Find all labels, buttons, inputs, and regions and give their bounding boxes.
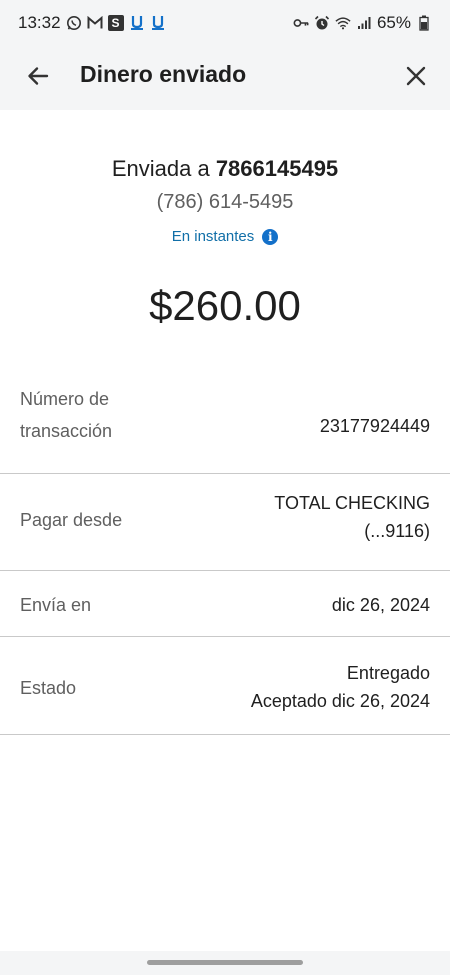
info-icon[interactable]: i [262, 228, 279, 245]
status-bar: 13:32 S 65% [0, 0, 450, 46]
battery-icon [416, 15, 432, 31]
s-app-icon: S [107, 15, 124, 31]
wifi-icon [335, 15, 351, 31]
close-icon [406, 66, 426, 86]
detail-row-pay-from: Pagar desde TOTAL CHECKING (...9116) [0, 474, 450, 571]
detail-row-transaction: Número de transacción 23177924449 [0, 380, 450, 474]
status-right: 65% [293, 13, 432, 33]
arrow-left-icon [28, 67, 49, 85]
app-bar: Dinero enviado [0, 46, 450, 110]
detail-value-line1: Entregado [346, 663, 430, 683]
sent-to-line: Enviada a 7866145495 [0, 156, 450, 182]
detail-value: Entregado Aceptado dic 26, 2024 [251, 659, 430, 715]
detail-value: TOTAL CHECKING (...9116) [274, 489, 430, 545]
status-left: 13:32 S [18, 13, 166, 33]
detail-label: Estado [20, 678, 77, 698]
detail-value-line1: TOTAL CHECKING [274, 493, 430, 513]
detail-value-line2: (...9116) [364, 521, 430, 541]
page-title: Dinero enviado [80, 61, 247, 87]
detail-row-status: Estado Entregado Aceptado dic 26, 2024 [0, 637, 450, 735]
close-button[interactable] [400, 60, 432, 92]
speed-label: En instantes [171, 228, 255, 245]
detail-value: 23177924449 [319, 416, 430, 436]
speed-row: En instantes i [0, 228, 450, 245]
amount: $260.00 [149, 282, 301, 329]
sent-prefix: Enviada a [111, 156, 210, 181]
battery-level: 65% [376, 13, 411, 32]
detail-row-send-date: Envía en dic 26, 2024 [0, 571, 450, 637]
back-button[interactable] [22, 60, 54, 92]
details-list: Número de transacción 23177924449 Pagar … [0, 380, 450, 735]
recipient-phone: (786) 614-5495 [156, 191, 294, 213]
detail-label-line1: Número de [20, 389, 110, 409]
chase-icon [150, 15, 166, 31]
detail-label-line2: transacción [20, 421, 113, 441]
recipient-number: 7866145495 [215, 156, 339, 181]
status-time: 13:32 [18, 13, 61, 32]
key-icon [293, 15, 309, 31]
detail-label: Pagar desde [20, 510, 123, 530]
chase-icon [129, 15, 145, 31]
detail-label: Número de transacción [20, 389, 113, 444]
alarm-icon [314, 15, 330, 31]
transfer-summary: Enviada a 7866145495 (786) 614-5495 En i… [0, 110, 450, 380]
gmail-icon [87, 15, 103, 31]
detail-value: dic 26, 2024 [331, 595, 430, 615]
signal-icon [356, 15, 372, 31]
navigation-bar [0, 951, 450, 975]
home-gesture-handle[interactable] [147, 960, 303, 965]
detail-value-line2: Aceptado dic 26, 2024 [250, 691, 430, 711]
detail-label: Envía en [20, 595, 92, 615]
whatsapp-icon [66, 15, 82, 31]
